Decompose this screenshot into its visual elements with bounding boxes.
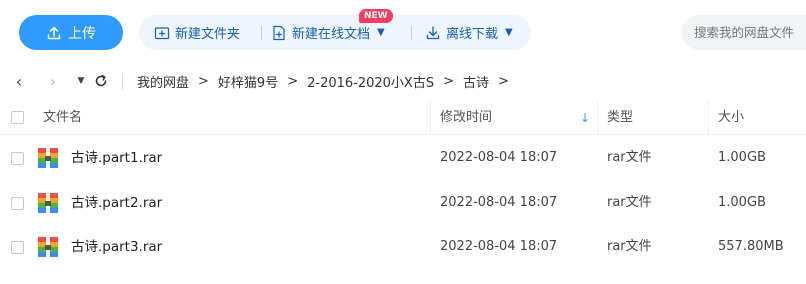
column-header-name[interactable]: 文件名 xyxy=(43,101,82,135)
offline-download-label: 离线下载 xyxy=(446,27,499,42)
new-folder-label: 新建文件夹 xyxy=(175,27,241,42)
table-row[interactable]: 古诗.part2.rar 2022-08-04 18:07 rar文件 1.00… xyxy=(0,181,806,225)
new-folder-icon xyxy=(154,26,170,39)
breadcrumb-separator: > xyxy=(287,74,299,89)
chevron-down-icon: ▼ xyxy=(505,27,513,38)
column-header-modified[interactable]: 修改时间 xyxy=(440,101,492,135)
file-modified: 2022-08-04 18:07 xyxy=(440,239,558,254)
file-name[interactable]: 古诗.part1.rar xyxy=(71,136,162,180)
new-doc-icon xyxy=(273,25,285,40)
file-size: 1.00GB xyxy=(718,150,766,165)
sort-desc-icon[interactable]: ↓ xyxy=(580,101,590,135)
breadcrumb-separator: > xyxy=(198,74,209,89)
breadcrumb-separator: > xyxy=(498,74,509,89)
file-type: rar文件 xyxy=(607,150,652,165)
new-badge: NEW xyxy=(359,9,393,23)
toolbar: 上传 新建文件夹 新建在线文档 ▼ NEW 离线下载 ▼ 搜索我的网盘文件 xyxy=(0,0,806,64)
file-size: 1.00GB xyxy=(718,195,766,210)
breadcrumb-separator: > xyxy=(443,74,454,89)
file-type: rar文件 xyxy=(607,195,652,210)
navigation-bar: ‹ › ▼ 我的网盘 > 好梓猫9号 > 2-2016-2020小X古S > 古… xyxy=(0,64,806,98)
file-name[interactable]: 古诗.part2.rar xyxy=(71,181,162,225)
back-icon[interactable]: ‹ xyxy=(10,72,28,91)
file-name[interactable]: 古诗.part3.rar xyxy=(71,225,162,269)
file-modified: 2022-08-04 18:07 xyxy=(440,195,558,210)
column-divider xyxy=(708,101,709,135)
row-checkbox[interactable] xyxy=(11,197,24,210)
file-size: 557.80MB xyxy=(718,239,784,254)
file-type: rar文件 xyxy=(607,239,652,254)
offline-download-button[interactable]: 离线下载 ▼ xyxy=(425,15,513,50)
breadcrumb-item[interactable]: 2-2016-2020小X古S xyxy=(307,72,434,91)
chevron-down-icon: ▼ xyxy=(377,27,385,38)
upload-label: 上传 xyxy=(68,25,96,42)
rar-archive-icon xyxy=(38,148,58,168)
history-dropdown-icon[interactable]: ▼ xyxy=(72,72,90,90)
upload-button[interactable]: 上传 xyxy=(19,15,123,50)
select-all-checkbox[interactable] xyxy=(11,111,24,124)
breadcrumb-item[interactable]: 我的网盘 xyxy=(137,72,189,91)
download-icon xyxy=(426,25,440,39)
new-folder-button[interactable]: 新建文件夹 xyxy=(154,15,240,50)
upload-icon xyxy=(47,26,61,39)
breadcrumb-item[interactable]: 好梓猫9号 xyxy=(218,72,278,91)
search-input[interactable] xyxy=(682,15,806,50)
rar-archive-icon xyxy=(38,193,58,213)
toolbar-divider xyxy=(261,26,262,40)
breadcrumb: 我的网盘 > 好梓猫9号 > 2-2016-2020小X古S > 古诗 > xyxy=(137,72,518,91)
rar-archive-icon xyxy=(38,237,58,257)
toolbar-divider xyxy=(411,26,412,40)
new-online-doc-label: 新建在线文档 xyxy=(292,27,371,42)
column-divider xyxy=(430,101,431,135)
nav-divider xyxy=(122,74,123,90)
table-header: 文件名 修改时间 ↓ 类型 大小 xyxy=(0,101,806,135)
column-header-size[interactable]: 大小 xyxy=(718,101,744,135)
column-divider xyxy=(597,101,598,135)
table-row[interactable]: 古诗.part3.rar 2022-08-04 18:07 rar文件 557.… xyxy=(0,225,806,269)
row-checkbox[interactable] xyxy=(11,152,24,165)
table-row[interactable]: 古诗.part1.rar 2022-08-04 18:07 rar文件 1.00… xyxy=(0,136,806,180)
row-checkbox[interactable] xyxy=(11,241,24,254)
refresh-icon[interactable] xyxy=(92,72,110,90)
forward-icon[interactable]: › xyxy=(44,72,62,91)
file-modified: 2022-08-04 18:07 xyxy=(440,150,558,165)
column-header-type[interactable]: 类型 xyxy=(607,101,633,135)
breadcrumb-item[interactable]: 古诗 xyxy=(463,72,489,91)
toolbar-action-group: 新建文件夹 新建在线文档 ▼ NEW 离线下载 ▼ xyxy=(139,9,531,50)
